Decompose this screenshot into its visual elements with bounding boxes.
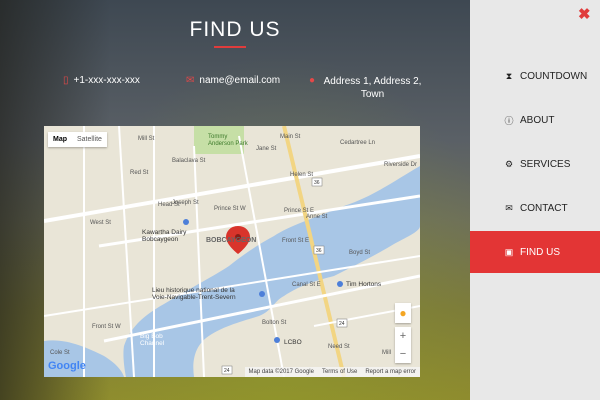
terms-link[interactable]: Terms of Use: [322, 369, 357, 375]
gears-icon: ⚙: [504, 158, 514, 169]
map-label-anne: Anne St: [306, 214, 328, 220]
address-text: Address 1, Address 2, Town: [323, 76, 422, 100]
contact-email[interactable]: ✉ name@email.com: [186, 75, 280, 87]
nav-label: SERVICES: [520, 158, 571, 170]
map-label-red: Red St: [130, 170, 149, 176]
title-underline: [214, 46, 246, 48]
map-type-map-button[interactable]: Map: [48, 132, 72, 147]
park-area: [194, 126, 244, 154]
map-label-canal: Canal St E: [292, 282, 321, 288]
map-marker-icon: ●: [309, 75, 316, 86]
map-label-head: Head St: [158, 202, 180, 208]
map-label-helen: Helen St: [290, 172, 313, 178]
map-label-channel: Big Bob Channel: [140, 333, 165, 347]
phone-text: +1-xxx-xxx-xxx: [73, 75, 140, 86]
map-label-mill: Mill St: [138, 136, 155, 142]
nav-item-contact[interactable]: ✉ CONTACT: [470, 187, 600, 229]
map-label-cedartree: Cedartree Ln: [340, 140, 375, 146]
nav-label: ABOUT: [520, 114, 555, 126]
nav-label: COUNTDOWN: [520, 70, 588, 82]
map-icon: ▣: [504, 246, 514, 257]
map-label-prince-w: Prince St W: [214, 206, 246, 212]
nav-label: CONTACT: [520, 202, 568, 214]
map-label-jane: Jane St: [256, 146, 277, 152]
map-label-west: West St: [90, 220, 111, 226]
zoom-out-button[interactable]: −: [400, 348, 406, 360]
map-shield-24a: 24: [339, 321, 345, 327]
map-shield-24b: 24: [224, 368, 230, 374]
map-type-satellite-button[interactable]: Satellite: [72, 132, 107, 147]
map-label-boyd: Boyd St: [349, 250, 370, 256]
map-label-balaclava: Balaclava St: [172, 158, 206, 164]
map-label-lcbo: LCBO: [284, 339, 302, 346]
map-label-riverside: Riverside Dr: [384, 162, 417, 168]
page-title: FIND US: [189, 18, 281, 41]
nav-label: FIND US: [520, 246, 560, 258]
hourglass-icon: ⧗: [505, 70, 513, 81]
envelope-icon: ✉: [186, 75, 195, 86]
contact-phone: ▯ +1-xxx-xxx-xxx: [63, 75, 140, 87]
nav-item-about[interactable]: ⓘ ABOUT: [470, 99, 600, 141]
google-logo[interactable]: Google: [48, 360, 86, 372]
map-canvas[interactable]: Tommy Anderson Park BOBCAYGEON Kawartha D…: [44, 126, 420, 377]
map-label-main: Main St: [280, 134, 301, 140]
nav-item-countdown[interactable]: ⧗ COUNTDOWN: [470, 55, 600, 97]
zoom-controls[interactable]: + −: [395, 327, 411, 363]
phone-icon: ▯: [63, 75, 69, 86]
map-label-mill2: Mill: [382, 350, 391, 356]
info-icon: ⓘ: [504, 115, 514, 126]
nav-item-services[interactable]: ⚙ SERVICES: [470, 143, 600, 185]
zoom-in-button[interactable]: +: [400, 330, 406, 342]
report-error-link[interactable]: Report a map error: [365, 369, 416, 375]
map-shield-36a: 36: [314, 180, 320, 186]
envelope-icon: ✉: [505, 202, 513, 213]
map-label-cole: Cole St: [50, 350, 70, 356]
email-text[interactable]: name@email.com: [199, 75, 280, 86]
map-attribution: Map data ©2017 Google Terms of Use Repor…: [244, 367, 420, 377]
map-shield-36b: 36: [316, 248, 322, 254]
map-data-text: Map data ©2017 Google: [248, 369, 314, 375]
map-label-bolton: Bolton St: [262, 320, 287, 326]
map-label-front-e: Front St E: [282, 238, 309, 244]
map-label-town: BOBCAYGEON: [206, 237, 256, 244]
map-type-toggle[interactable]: Map Satellite: [48, 132, 107, 147]
pegman-icon[interactable]: ●: [395, 303, 411, 323]
nav-item-find-us[interactable]: ▣ FIND US: [470, 231, 600, 273]
close-icon[interactable]: ✖: [578, 5, 591, 23]
map-embed[interactable]: Tommy Anderson Park BOBCAYGEON Kawartha D…: [44, 126, 420, 377]
contact-address: ● Address 1, Address 2, Town: [309, 75, 425, 101]
map-label-front-w: Front St W: [92, 324, 121, 330]
map-label-need: Need St: [328, 344, 350, 350]
map-label-lieu: Lieu historique national de la Voie-Navig…: [152, 287, 236, 301]
map-label-tim: Tim Hortons: [346, 281, 382, 288]
